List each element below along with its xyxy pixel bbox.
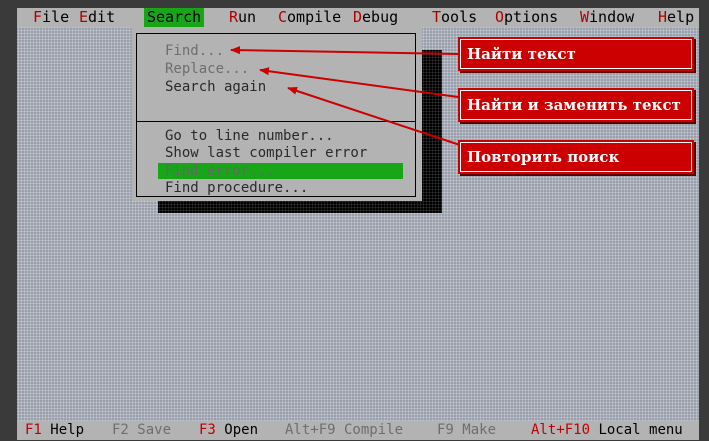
arrow-replace (259, 67, 459, 98)
callout-repeat-search-label: Повторить поиск (460, 142, 692, 172)
arrow-search-again (287, 87, 461, 146)
callout-find-replace-text-label: Найти и заменить текст (460, 90, 692, 120)
callout-find-text: Найти текст (458, 37, 694, 71)
arrow-find (230, 46, 459, 55)
callout-find-text-label: Найти текст (460, 39, 692, 69)
callout-repeat-search: Повторить поиск (458, 140, 694, 174)
callout-find-replace-text: Найти и заменить текст (458, 88, 694, 122)
